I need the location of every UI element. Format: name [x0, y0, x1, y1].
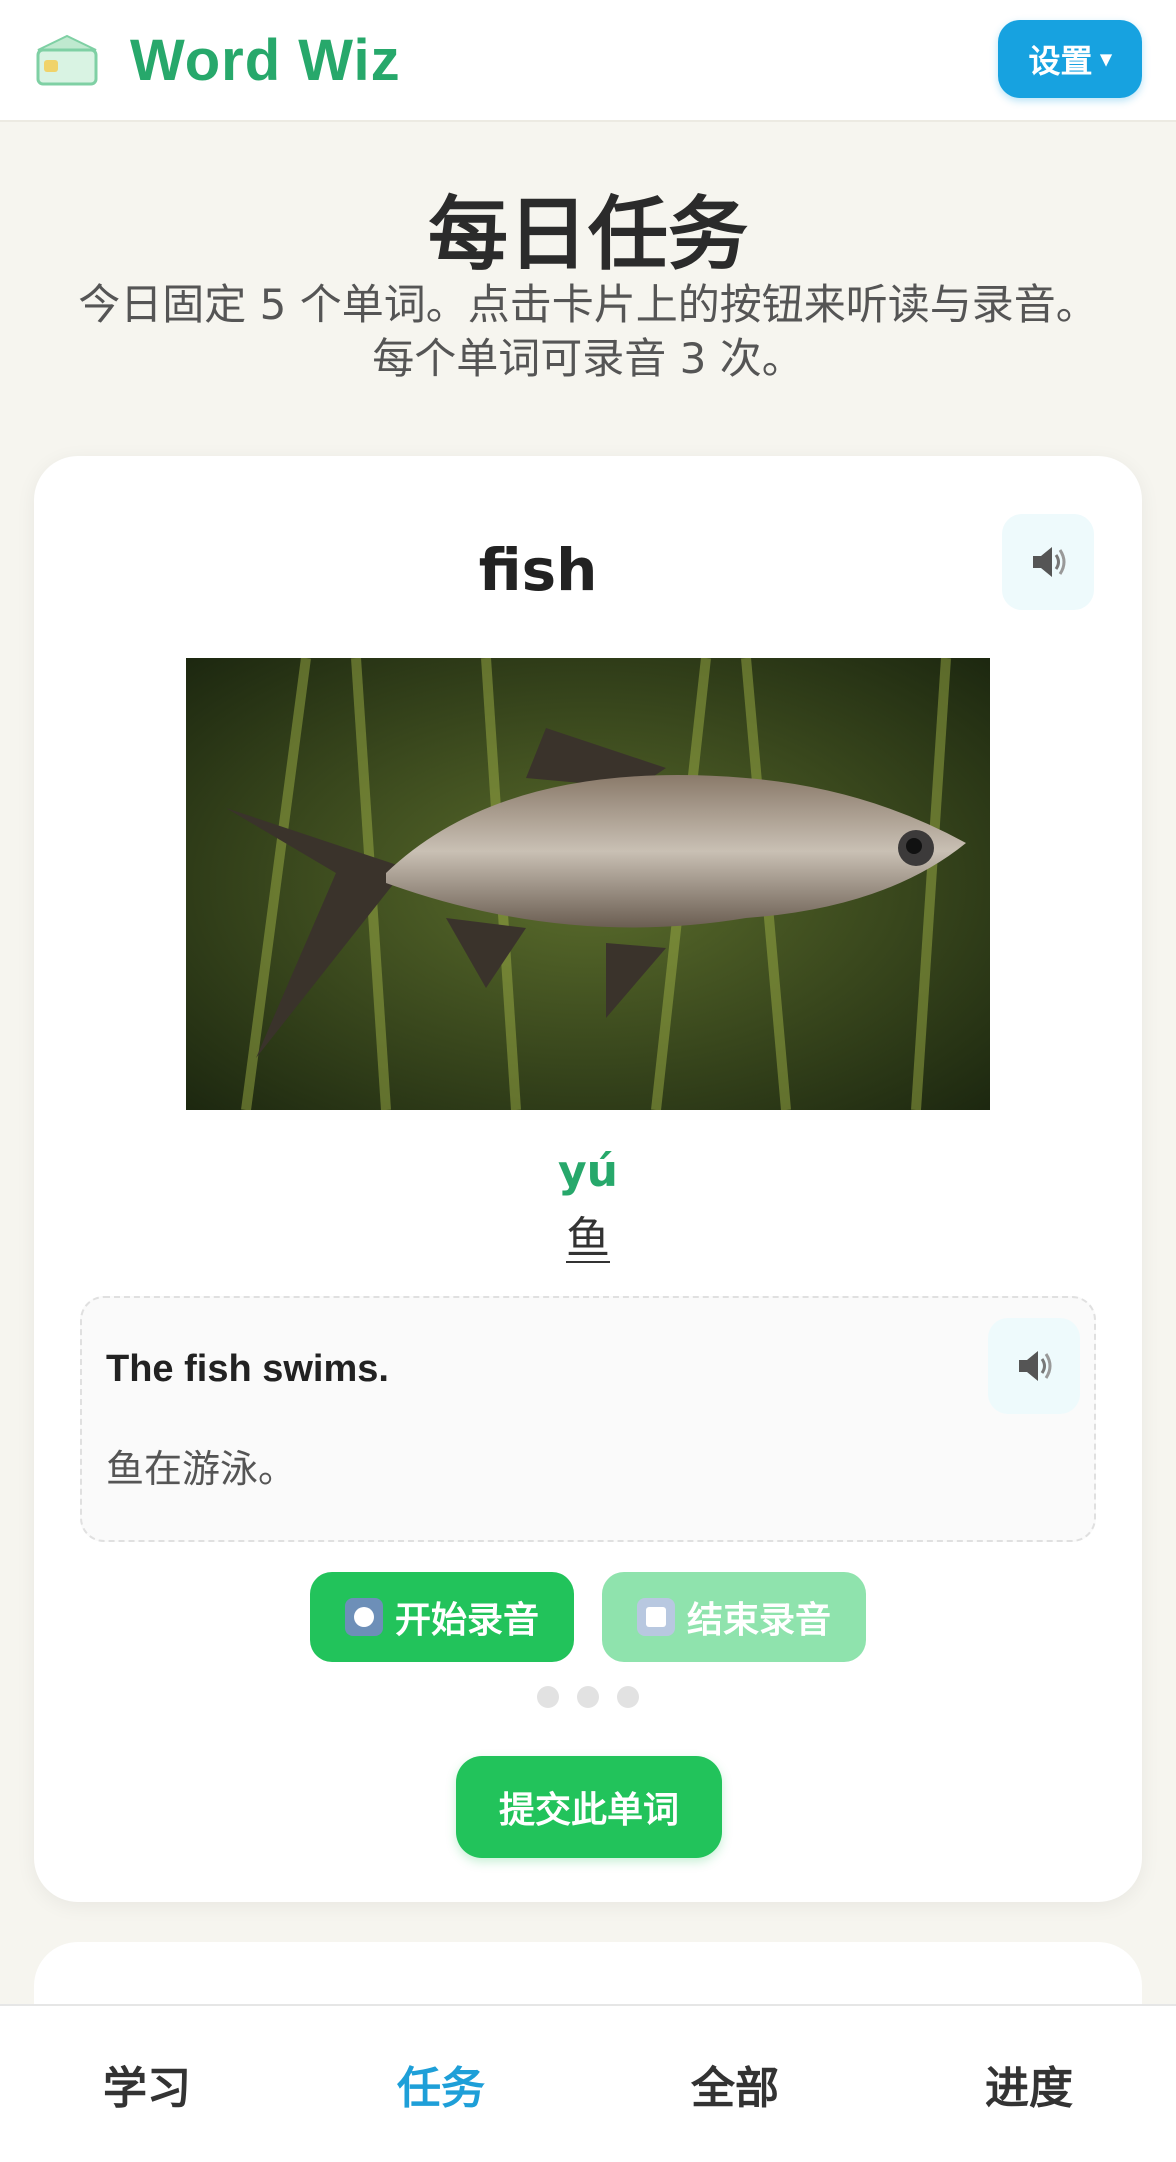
stop-icon	[636, 1598, 675, 1636]
nav-tab-all[interactable]: 全部	[588, 2006, 882, 2162]
subtitle-line-2: 每个单词可录音 3 次。	[372, 334, 804, 383]
start-recording-button[interactable]: 开始录音	[310, 1572, 574, 1662]
hanzi-label: 鱼	[566, 1213, 610, 1264]
attempt-dot	[577, 1686, 599, 1708]
word-text: fish	[478, 536, 598, 604]
app-brand: Word Wiz	[130, 27, 401, 93]
word-image	[186, 658, 990, 1110]
attempt-dot	[537, 1686, 559, 1708]
record-icon	[344, 1598, 383, 1636]
page-title: 每日任务	[428, 188, 748, 281]
sentence-speak-button[interactable]	[988, 1318, 1080, 1414]
page-subtitle: 今日固定 5 个单词。点击卡片上的按钮来听读与录音。 每个单词可录音 3 次。	[30, 278, 1146, 386]
example-sentence-box: The fish swims. 鱼在游泳。	[80, 1296, 1096, 1542]
card-icon	[36, 34, 98, 86]
hanzi-text: 鱼	[34, 1202, 1142, 1266]
word-speak-button[interactable]	[1002, 514, 1094, 610]
nav-tab-learn[interactable]: 学习	[0, 2006, 294, 2162]
nav-tab-tasks[interactable]: 任务	[294, 2006, 588, 2162]
nav-tab-progress[interactable]: 进度	[882, 2006, 1176, 2162]
speaker-icon	[1033, 547, 1066, 577]
stop-recording-label: 结束录音	[686, 1599, 831, 1640]
stop-recording-button[interactable]: 结束录音	[602, 1572, 866, 1662]
speaker-icon	[1019, 1351, 1052, 1381]
example-sentence-en: The fish swims.	[106, 1348, 389, 1390]
top-bar: Word Wiz 设置 ▾	[0, 0, 1176, 122]
word-card: fish yú 鱼 The fish swims. 鱼在游泳。 开始录音 结束录…	[34, 456, 1142, 1902]
subtitle-line-1: 今日固定 5 个单词。点击卡片上的按钮来听读与录音。	[78, 280, 1098, 329]
recording-attempts-indicator	[34, 1686, 1142, 1708]
example-sentence-zh: 鱼在游泳。	[106, 1447, 297, 1491]
settings-label: 设置	[1028, 43, 1093, 79]
chevron-down-icon: ▾	[1100, 46, 1112, 71]
attempt-dot	[617, 1686, 639, 1708]
submit-word-button[interactable]: 提交此单词	[456, 1756, 722, 1858]
pinyin-text: yú	[557, 1146, 618, 1197]
settings-button[interactable]: 设置 ▾	[998, 20, 1142, 98]
bottom-nav: 学习 任务 全部 进度	[0, 2004, 1176, 2162]
start-recording-label: 开始录音	[394, 1599, 539, 1640]
